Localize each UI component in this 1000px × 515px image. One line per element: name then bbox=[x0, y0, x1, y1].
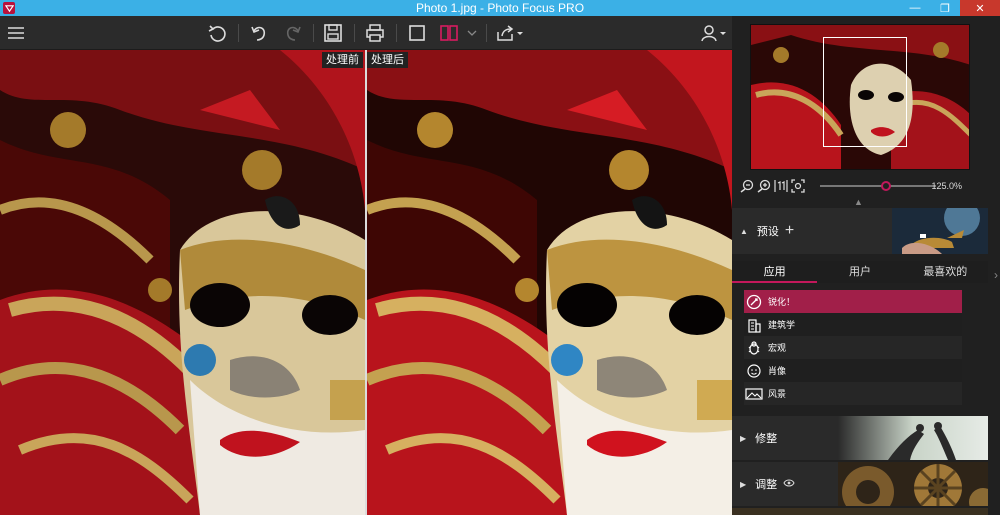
tab-favorites[interactable]: 最喜欢的 bbox=[903, 261, 988, 283]
title-bar: Photo 1.jpg - Photo Focus PRO — ❐ ✕ bbox=[0, 0, 1000, 16]
zoom-controls: 125.0% bbox=[740, 178, 992, 194]
fit-to-screen-icon[interactable] bbox=[791, 179, 805, 193]
collapse-navigator-icon[interactable]: ▲ bbox=[854, 197, 863, 207]
bug-icon bbox=[748, 340, 760, 355]
retouch-banner-image bbox=[838, 416, 988, 460]
collapsed-triangle-icon: ▶ bbox=[740, 479, 747, 489]
expanded-triangle-icon: ▲ bbox=[740, 226, 748, 236]
single-view-icon[interactable] bbox=[404, 16, 430, 50]
retouch-section-header[interactable]: ▶ 修整 bbox=[732, 416, 988, 460]
tab-apps[interactable]: 应用 bbox=[732, 261, 818, 283]
panel-expand-arrow-icon[interactable]: › bbox=[994, 268, 998, 282]
presets-title: 预设 bbox=[756, 226, 779, 238]
after-image: 处理后 bbox=[367, 50, 732, 515]
preset-label: 建筑学 bbox=[768, 320, 796, 330]
next-section-header[interactable] bbox=[732, 508, 988, 515]
zoom-slider-knob[interactable] bbox=[881, 181, 892, 191]
preset-item-landscape[interactable]: 风景 bbox=[744, 382, 962, 405]
right-panel: 125.0% ▲ › ▲ 预设 + 应用 用户 最喜欢的 锐化！ 建筑学 宏观 … bbox=[732, 16, 1000, 515]
before-image: 处理前 bbox=[0, 50, 365, 515]
navigator-thumbnail[interactable] bbox=[750, 24, 970, 170]
adjust-section-header[interactable]: ▶ 调整 bbox=[732, 462, 988, 506]
preset-label: 宏观 bbox=[768, 343, 787, 353]
portrait-icon bbox=[747, 363, 761, 378]
chevron-down-icon[interactable] bbox=[464, 16, 480, 50]
visibility-eye-icon[interactable] bbox=[783, 478, 795, 490]
collapsed-triangle-icon: ▶ bbox=[740, 433, 747, 443]
image-viewer[interactable]: 处理前 处理后 bbox=[0, 50, 732, 515]
preset-item-portrait[interactable]: 肖像 bbox=[744, 359, 962, 382]
after-label: 处理后 bbox=[367, 52, 408, 68]
actual-size-icon[interactable] bbox=[774, 179, 788, 193]
adjust-title: 调整 bbox=[755, 479, 778, 491]
before-label: 处理前 bbox=[322, 52, 363, 68]
preset-tabs: 应用 用户 最喜欢的 bbox=[732, 261, 988, 283]
redo-icon[interactable] bbox=[280, 16, 306, 50]
sharpen-icon bbox=[746, 294, 762, 309]
zoom-out-icon[interactable] bbox=[740, 179, 754, 193]
landscape-icon bbox=[745, 387, 763, 400]
presets-section-header[interactable]: ▲ 预设 + bbox=[732, 208, 988, 254]
app-logo-icon bbox=[3, 2, 15, 14]
maximize-icon[interactable]: ❐ bbox=[930, 0, 960, 16]
share-icon[interactable] bbox=[494, 16, 526, 50]
minimize-icon[interactable]: — bbox=[900, 0, 930, 16]
window-title: Photo 1.jpg - Photo Focus PRO bbox=[415, 1, 585, 15]
navigator-viewport-frame[interactable] bbox=[823, 37, 907, 147]
preset-item-sharpen[interactable]: 锐化！ bbox=[744, 290, 962, 313]
retouch-title: 修整 bbox=[755, 433, 778, 445]
user-icon[interactable] bbox=[698, 16, 730, 50]
preset-item-macro[interactable]: 宏观 bbox=[744, 336, 962, 359]
preset-list: 锐化！ 建筑学 宏观 肖像 风景 bbox=[744, 290, 962, 405]
print-icon[interactable] bbox=[362, 16, 388, 50]
split-view-icon[interactable] bbox=[436, 16, 462, 50]
zoom-value: 125.0% bbox=[931, 181, 962, 191]
adjust-banner-image bbox=[838, 462, 988, 506]
presets-banner-image bbox=[892, 208, 988, 254]
building-icon bbox=[748, 318, 761, 333]
zoom-in-icon[interactable] bbox=[757, 179, 771, 193]
undo-icon[interactable] bbox=[246, 16, 272, 50]
save-icon[interactable] bbox=[320, 16, 346, 50]
preset-item-architecture[interactable]: 建筑学 bbox=[744, 313, 962, 336]
zoom-slider[interactable] bbox=[820, 185, 936, 187]
toolbar bbox=[0, 16, 732, 50]
preset-label: 风景 bbox=[768, 389, 787, 399]
add-preset-icon[interactable]: + bbox=[785, 222, 794, 240]
menu-icon[interactable] bbox=[4, 16, 28, 50]
close-icon[interactable]: ✕ bbox=[960, 0, 1000, 16]
preset-label: 肖像 bbox=[768, 366, 787, 376]
tab-user[interactable]: 用户 bbox=[817, 261, 902, 283]
preset-label: 锐化！ bbox=[768, 297, 796, 307]
rotate-left-icon[interactable] bbox=[204, 16, 230, 50]
